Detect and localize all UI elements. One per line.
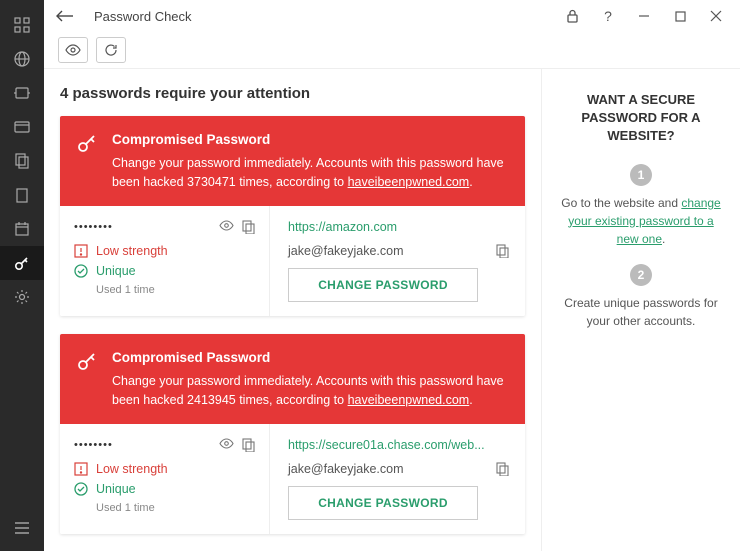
change-password-button[interactable]: CHANGE PASSWORD [288,486,478,520]
sidebar-item-dashboard[interactable] [0,8,44,42]
copy-email-icon[interactable] [496,244,509,258]
source-link[interactable]: haveibeenpwned.com [348,175,470,189]
step-1-text: Go to the website and [561,196,681,210]
used-count: Used 1 time [96,284,255,296]
account-email: jake@fakeyjake.com [288,244,404,258]
step-1-badge: 1 [630,164,652,186]
copy-email-icon[interactable] [496,462,509,476]
back-button[interactable] [50,6,80,26]
sidebar-item-docs[interactable] [0,144,44,178]
titlebar: Password Check ? [44,0,740,32]
refresh-button[interactable] [96,37,126,63]
reveal-icon[interactable] [219,438,234,452]
key-icon [76,130,98,192]
sidebar-item-menu[interactable] [0,511,44,545]
page-title: Password Check [94,9,192,24]
sidebar-item-card[interactable] [0,110,44,144]
account-url[interactable]: https://secure01a.chase.com/web... [288,438,509,452]
account-url[interactable]: https://amazon.com [288,220,509,234]
key-icon [76,348,98,410]
step-2-text: Create unique passwords for your other a… [558,294,724,330]
strength-status: Low strength [74,462,255,476]
source-link[interactable]: haveibeenpwned.com [348,393,470,407]
help-icon[interactable]: ? [600,8,616,24]
attention-heading: 4 passwords require your attention [60,85,525,102]
right-panel: WANT A SECURE PASSWORD FOR A WEBSITE? 1 … [542,69,740,551]
password-card: Compromised Password Change your passwor… [60,334,525,534]
card-title: Compromised Password [112,130,509,150]
used-count: Used 1 time [96,502,255,514]
unique-status: Unique [74,482,255,496]
sidebar-item-building[interactable] [0,178,44,212]
close-button[interactable] [708,10,724,22]
sidebar-item-globe[interactable] [0,42,44,76]
change-password-button[interactable]: CHANGE PASSWORD [288,268,478,302]
reveal-all-button[interactable] [58,37,88,63]
sidebar-item-device[interactable] [0,76,44,110]
maximize-button[interactable] [672,11,688,22]
panel-title: WANT A SECURE PASSWORD FOR A WEBSITE? [558,91,724,146]
password-mask: •••••••• [74,221,113,233]
card-title: Compromised Password [112,348,509,368]
sidebar-item-password-check[interactable] [0,246,44,280]
toolbar [44,32,740,68]
sidebar-item-settings[interactable] [0,280,44,314]
password-mask: •••••••• [74,439,113,451]
copy-icon[interactable] [242,220,255,234]
strength-status: Low strength [74,244,255,258]
account-email: jake@fakeyjake.com [288,462,404,476]
copy-icon[interactable] [242,438,255,452]
content-area: 4 passwords require your attention Compr… [44,69,542,551]
unique-status: Unique [74,264,255,278]
reveal-icon[interactable] [219,220,234,234]
lock-icon[interactable] [564,9,580,23]
password-card: Compromised Password Change your passwor… [60,116,525,316]
minimize-button[interactable] [636,10,652,22]
sidebar [0,0,44,551]
sidebar-item-calendar[interactable] [0,212,44,246]
step-2-badge: 2 [630,264,652,286]
